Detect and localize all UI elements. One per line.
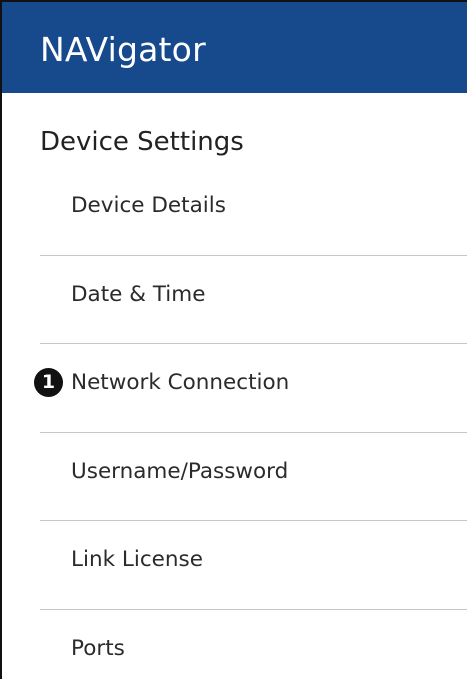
menu-item-label: Username/Password: [71, 458, 289, 484]
menu-item-label: Link License: [71, 547, 203, 572]
menu-item-device-details[interactable]: Device Details: [40, 167, 467, 256]
app-title: NAVigator: [40, 30, 206, 69]
menu-item-ports[interactable]: Ports: [40, 610, 467, 679]
menu-item-label: Date & Time: [71, 281, 206, 307]
menu-item-link-license[interactable]: Link License: [40, 521, 467, 610]
app-frame: NAVigator Device Settings Device Details…: [0, 0, 467, 679]
device-settings-menu: Device Details Date & Time 1 Network Con…: [34, 167, 467, 679]
menu-item-date-time[interactable]: Date & Time: [40, 256, 467, 344]
menu-item-network-connection[interactable]: 1 Network Connection: [34, 344, 467, 433]
menu-item-label: Device Details: [71, 193, 226, 218]
callout-number-badge: 1: [34, 368, 63, 397]
app-header: NAVigator: [2, 2, 467, 93]
menu-item-label: Network Connection: [71, 370, 290, 395]
section-title-device-settings: Device Settings: [40, 127, 244, 157]
menu-item-label: Ports: [71, 635, 125, 661]
menu-item-username-password[interactable]: Username/Password: [40, 433, 467, 521]
